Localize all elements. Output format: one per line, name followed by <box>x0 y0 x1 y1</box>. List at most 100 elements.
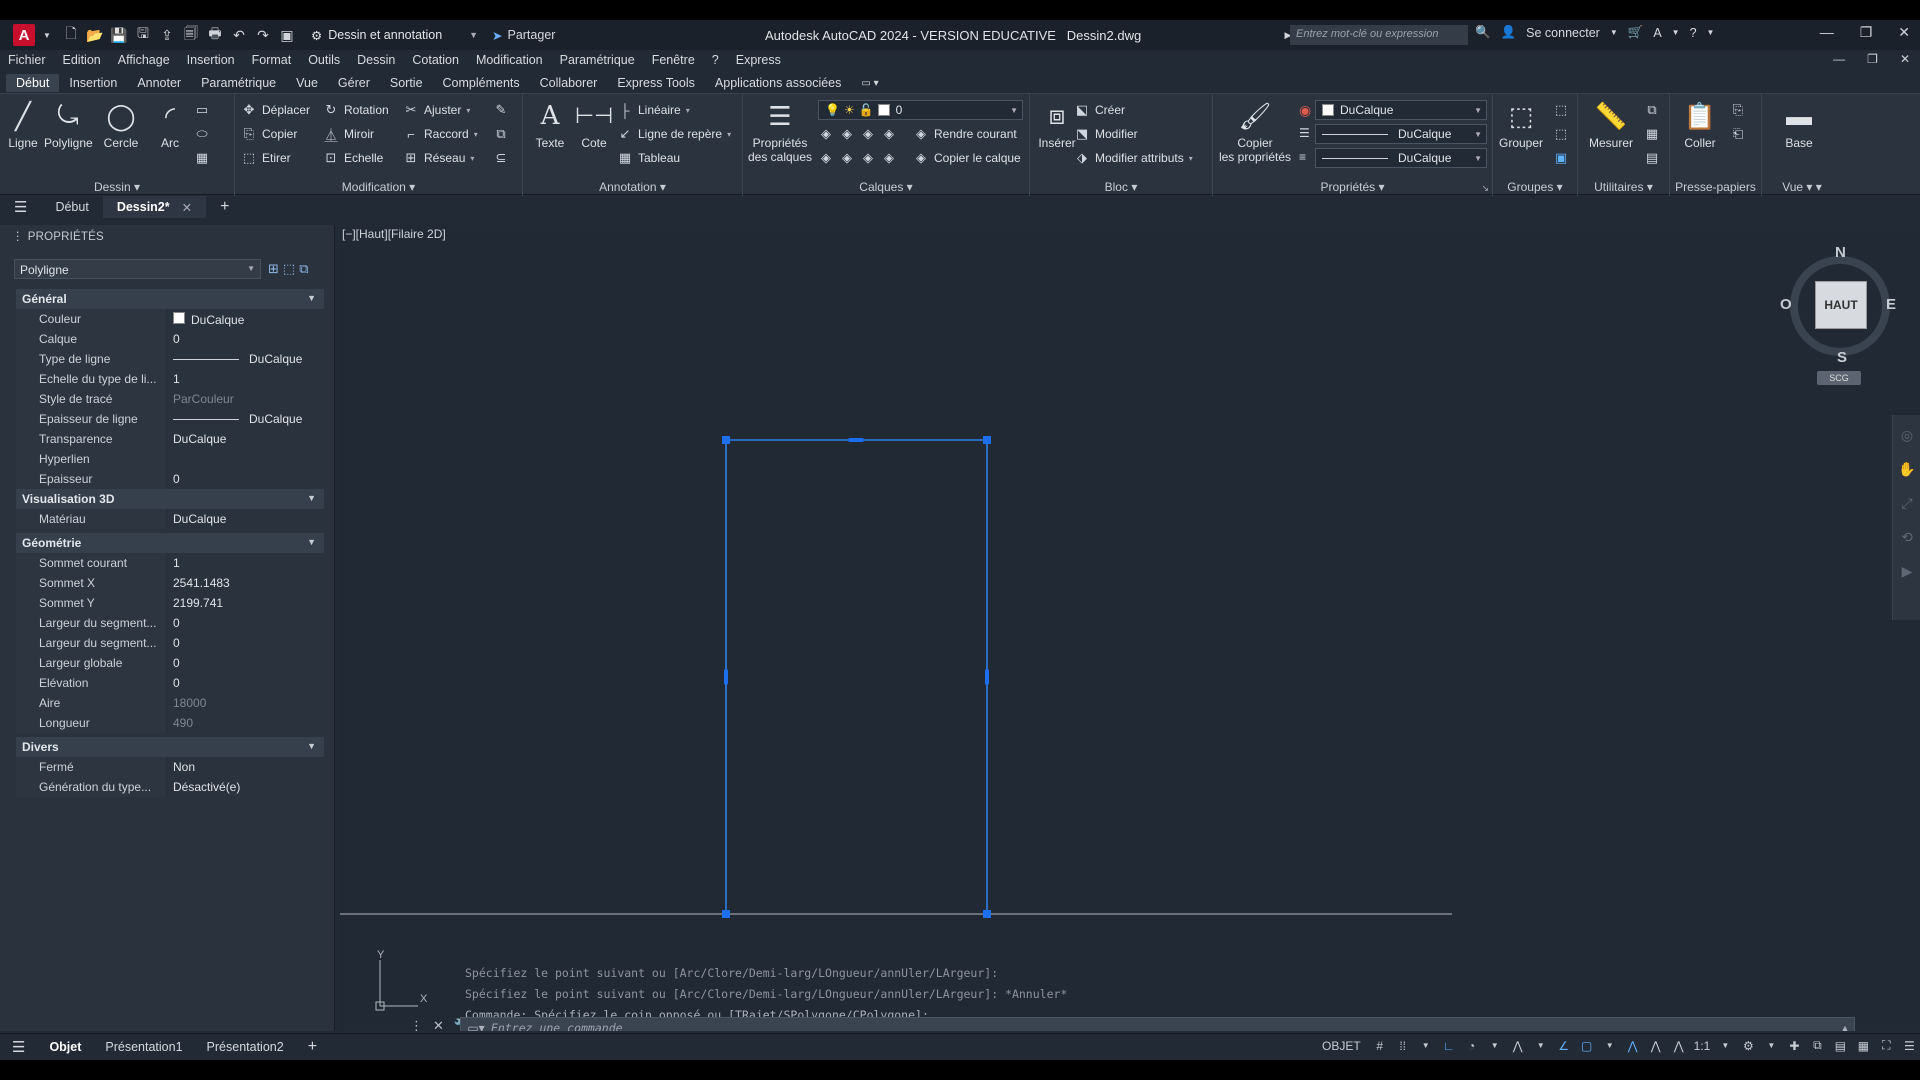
prop-row[interactable]: Sommet courant 1 <box>16 553 324 573</box>
chevron-up-icon[interactable]: ▲ <box>1836 1023 1854 1031</box>
hamburger-menu-icon[interactable]: ☰ <box>0 1034 37 1060</box>
rectangle-tool-icon[interactable]: ▭ <box>194 100 210 120</box>
tab-sortie[interactable]: Sortie <box>380 74 433 92</box>
units-icon[interactable]: ⧉ <box>1809 1038 1825 1053</box>
layer-thaw-icon[interactable]: ◈ <box>860 150 876 166</box>
chevron-down-icon[interactable]: ▼ <box>1533 1041 1549 1050</box>
section-divers[interactable]: Divers ▼ <box>16 737 324 757</box>
ribbon-toggle-icon[interactable]: ▭ ▾ <box>851 76 888 91</box>
new-file-icon[interactable]: 🗋 <box>61 25 81 45</box>
doctab-debut[interactable]: Début <box>41 196 102 218</box>
chevron-down-icon[interactable]: ▼ <box>1707 28 1715 37</box>
hamburger-menu-icon[interactable]: ☰ <box>0 196 41 218</box>
grip-midpoint[interactable] <box>848 438 864 442</box>
object-type-dropdown[interactable]: Polyligne ▼ <box>14 259 261 279</box>
modifier-button[interactable]: ⬔ Modifier <box>1074 124 1138 144</box>
tab-insertion[interactable]: Insertion <box>59 74 127 92</box>
undo-icon[interactable]: ↶ <box>229 25 249 45</box>
prop-row[interactable]: Largeur globale 0 <box>16 653 324 673</box>
autodesk-app-icon[interactable]: A <box>1653 26 1661 40</box>
compass-south[interactable]: S <box>1837 349 1847 366</box>
restore-icon[interactable]: ❐ <box>1867 52 1878 66</box>
prop-row[interactable]: Epaisseur 0 <box>16 469 324 489</box>
ortho-icon[interactable]: ∟ <box>1441 1039 1457 1053</box>
cote-button[interactable]: ⊢⊣ Cote <box>571 100 617 150</box>
panel-title-calques[interactable]: Calques ▾ <box>743 178 1029 196</box>
arc-button[interactable]: ◜ Arc <box>147 100 193 151</box>
grid-icon[interactable]: # <box>1372 1039 1388 1053</box>
base-button[interactable]: ▬ Base <box>1774 100 1824 151</box>
tab-complements[interactable]: Compléments <box>433 74 530 92</box>
gear-icon[interactable]: ⚙ <box>1740 1039 1756 1053</box>
dialog-launcher-icon[interactable]: ↘ <box>1481 183 1489 194</box>
tab-gerer[interactable]: Gérer <box>328 74 380 92</box>
zoom-icon[interactable]: ⤢ <box>1893 489 1920 517</box>
chevron-down-icon[interactable]: ▼ <box>1672 28 1680 37</box>
signin-button[interactable]: Se connecter <box>1526 26 1600 40</box>
rendre-courant-button[interactable]: ◈ Rendre courant <box>913 124 1017 144</box>
chevron-down-icon[interactable]: ▼ <box>1717 1041 1733 1050</box>
orbit-icon[interactable]: ⟲ <box>1893 523 1920 551</box>
proprietes-calques-button[interactable]: ☰ Propriétés des calques <box>745 100 815 165</box>
etirer-button[interactable]: ⬚ Etirer <box>241 148 291 168</box>
grouper-button[interactable]: ⬚ Grouper <box>1495 100 1547 151</box>
isodraft-icon[interactable]: ⋀ <box>1510 1039 1526 1053</box>
object-snap-tracking-icon[interactable]: ∠ <box>1556 1039 1572 1053</box>
toggle-pickadd-icon[interactable]: ⊞ <box>268 261 279 277</box>
chevron-down-icon[interactable]: ▼ <box>1610 28 1618 37</box>
panel-title-utilitaires[interactable]: Utilitaires ▾ <box>1578 178 1669 196</box>
texte-button[interactable]: A Texte <box>527 100 573 150</box>
grip-handle-icon[interactable]: ⋮ <box>410 1018 423 1031</box>
creer-button[interactable]: ⬕ Créer <box>1074 100 1125 120</box>
chevron-down-icon[interactable]: ▼ <box>1487 1041 1503 1050</box>
layer-off-icon[interactable]: ◈ <box>818 126 834 142</box>
annotation-visibility-icon[interactable]: ⋀ <box>1625 1039 1641 1053</box>
tab-applications-associees[interactable]: Applications associées <box>705 74 851 92</box>
search-icon[interactable]: 🔍 <box>1475 25 1491 40</box>
group-select-icon[interactable]: ▣ <box>1553 148 1569 168</box>
grip-vertex[interactable] <box>983 436 991 444</box>
redo-icon[interactable]: ↷ <box>253 25 273 45</box>
quick-select-icon[interactable]: ⧉ <box>1644 100 1660 120</box>
tab-debut[interactable]: Début <box>6 74 60 92</box>
steering-wheel-icon[interactable]: ◎ <box>1893 421 1920 449</box>
chevron-down-icon[interactable]: ▼ <box>1602 1041 1618 1050</box>
prop-row[interactable]: Aire 18000 <box>16 693 324 713</box>
prop-row[interactable]: Largeur du segment... 0 <box>16 613 324 633</box>
modifier-attributs-button[interactable]: ⬗ Modifier attributs ▾ <box>1074 148 1193 168</box>
grip-vertex[interactable] <box>722 910 730 918</box>
deplacer-button[interactable]: ✥ Déplacer <box>241 100 310 120</box>
tab-collaborer[interactable]: Collaborer <box>530 74 608 92</box>
tab-parametrique[interactable]: Paramétrique <box>191 74 286 92</box>
chevron-down-icon[interactable]: ▼ <box>1418 1041 1434 1050</box>
prop-row[interactable]: Couleur DuCalque <box>16 309 324 329</box>
panel-title-vue[interactable]: Vue ▾ ▾ <box>1762 178 1842 196</box>
pan-icon[interactable]: ✋ <box>1893 455 1920 483</box>
polyligne-button[interactable]: ⤿ Polyligne <box>44 100 93 150</box>
model-space-toggle[interactable]: OBJET <box>1322 1039 1361 1053</box>
menu-express[interactable]: Express <box>736 53 781 67</box>
layer-unlock-icon[interactable]: ◈ <box>881 150 897 166</box>
prop-row[interactable]: Type de ligne DuCalque <box>16 349 324 369</box>
lineweight-dropdown[interactable]: DuCalque ▼ <box>1315 124 1487 144</box>
scale-value[interactable]: 1:1 <box>1694 1039 1711 1053</box>
prop-row[interactable]: Epaisseur de ligne DuCalque <box>16 409 324 429</box>
panel-title-bloc[interactable]: Bloc ▾ <box>1030 178 1212 196</box>
copier-proprietes-button[interactable]: 🖌 Copier les propriétés <box>1217 100 1293 165</box>
prop-row[interactable]: Largeur du segment... 0 <box>16 633 324 653</box>
grip-midpoint[interactable] <box>985 669 989 685</box>
web-mobile-icon[interactable]: ⇪ <box>157 25 177 45</box>
layer-isolate-icon[interactable]: ◈ <box>839 126 855 142</box>
cut-clip-icon[interactable]: ⎗ <box>1730 124 1746 144</box>
layer-on-icon[interactable]: ◈ <box>818 150 834 166</box>
menu-insertion[interactable]: Insertion <box>187 53 235 67</box>
help-icon[interactable]: ? <box>1690 26 1697 40</box>
layer-unisolate-icon[interactable]: ◈ <box>839 150 855 166</box>
customize-icon[interactable]: ☰ <box>1901 1039 1917 1053</box>
echelle-button[interactable]: ⊡ Echelle <box>323 148 384 168</box>
autocad-logo-icon[interactable]: A <box>13 24 35 46</box>
viewcube-face-top[interactable]: HAUT <box>1815 281 1867 329</box>
open-folder-icon[interactable]: 📂 <box>85 25 105 45</box>
panel-title-presse-papiers[interactable]: Presse-papiers <box>1670 178 1761 196</box>
prop-row[interactable]: Longueur 490 <box>16 713 324 733</box>
